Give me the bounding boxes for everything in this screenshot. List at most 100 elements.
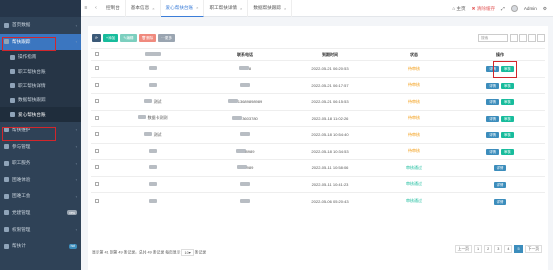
settings-icon[interactable]: ⚙ [543, 6, 547, 12]
blurred-text [240, 82, 250, 87]
detail-button[interactable]: 详情 [486, 115, 499, 122]
table-row[interactable]: 989 2022-05-11 10:58:06 审核通过 详情 [91, 159, 545, 176]
row-checkbox[interactable] [95, 115, 99, 120]
close-icon[interactable]: × [284, 6, 286, 11]
time-cell: 2022-05-11 10:58:06 [287, 159, 373, 176]
sidebar-item-6[interactable]: 爱心帮扶台账 [0, 107, 81, 122]
sidebar-item-8[interactable]: 参与管理 ‹ [0, 138, 81, 155]
prev-page-button[interactable]: 上一页 [454, 245, 472, 253]
row-checkbox[interactable] [95, 132, 99, 137]
page-3[interactable]: 3 [494, 245, 503, 253]
row-checkbox[interactable] [95, 165, 99, 170]
row-checkbox[interactable] [95, 82, 99, 87]
row-checkbox[interactable] [95, 99, 99, 104]
sidebar-item-2[interactable]: 操作指南 [0, 50, 81, 65]
columns-icon[interactable] [510, 34, 518, 42]
actions-cell: 详情 审核 [455, 76, 545, 94]
review-button[interactable]: 审核 [501, 115, 514, 122]
menu-icon [4, 193, 9, 199]
table-row[interactable]: 数据卡测测 3603780 2022-05-18 11:02:26 待审核 详情… [91, 109, 545, 127]
sidebar-item-0[interactable]: 首页数据 ‹ [0, 17, 81, 34]
close-icon[interactable]: × [152, 6, 154, 11]
close-icon[interactable]: × [240, 6, 242, 11]
edit-button[interactable]: ✎ 编辑 [120, 34, 137, 42]
tab-worker-detail[interactable]: 职工帮扶详情 × [204, 0, 249, 17]
chevron-icon: ‹ [75, 22, 77, 28]
blurred-text [138, 115, 147, 120]
table-row[interactable]: 测试 2022-05-18 10:54:40 待审核 详情 审核 [91, 126, 545, 143]
search-input[interactable]: 搜索 [478, 34, 508, 42]
add-button[interactable]: + 添加 [103, 34, 119, 42]
search-icon[interactable] [537, 34, 545, 42]
home-link[interactable]: ⌂ 主页 [452, 6, 465, 12]
menu-toggle-icon[interactable]: ≡ [81, 5, 91, 11]
table-row[interactable]: 2022-05-06 05:20:43 审核通过 详情 [91, 192, 545, 209]
more-button[interactable]: ⋯ 更多 [158, 34, 176, 42]
list-icon[interactable] [519, 34, 527, 42]
tab-basic-info[interactable]: 基本信息 × [126, 0, 161, 17]
row-checkbox[interactable] [95, 148, 99, 153]
detail-button[interactable]: 详情 [493, 198, 507, 205]
next-page-button[interactable]: 下一页 [524, 245, 542, 253]
sidebar-item-5[interactable]: 数据帮扶跟踪 [0, 93, 81, 108]
sidebar-item-10[interactable]: 困难体验 ‹ [0, 171, 81, 188]
page-4[interactable]: 4 [504, 245, 513, 253]
close-icon[interactable]: × [196, 5, 198, 10]
chevron-icon: ‹ [75, 227, 77, 233]
table-row[interactable]: 2022-05-21 06:17:57 待审核 详情 审核 [91, 76, 545, 94]
status-cell: 待审核 [373, 60, 455, 77]
menu-icon [4, 22, 9, 28]
sidebar-item-12[interactable]: 党建管理 new [0, 205, 81, 222]
detail-button[interactable]: 详情 [486, 99, 499, 106]
detail-button[interactable]: 详情 [486, 82, 499, 89]
table-row[interactable]: 8989 2022-05-18 10:34:53 待审核 详情 审核 [91, 142, 545, 160]
page-1[interactable]: 1 [473, 245, 483, 253]
review-button[interactable]: 审核 [501, 132, 514, 139]
page-5[interactable]: 5 [514, 245, 523, 253]
row-checkbox[interactable] [95, 181, 99, 186]
status-cell: 审核通过 [373, 192, 455, 209]
sidebar-item-4[interactable]: 职工帮扶详情 [0, 78, 81, 94]
table-row[interactable]: 测试 13689898989 2022-05-21 06:15:53 待审核 详… [91, 93, 545, 110]
review-button[interactable]: 审核 [501, 99, 514, 106]
col-name [103, 48, 203, 61]
sidebar-item-label: 困难体验 [12, 176, 31, 182]
refresh-button[interactable]: ⟳ [92, 34, 102, 42]
sidebar-item-11[interactable]: 困难工会 ‹ [0, 188, 81, 205]
review-button[interactable]: 审核 [501, 148, 514, 155]
row-checkbox[interactable] [95, 198, 99, 203]
sidebar-item-1[interactable]: 帮扶跟踪 ‹ [0, 33, 81, 51]
table-row[interactable]: 2022-05-11 10:41:23 审核通过 详情 [91, 175, 545, 193]
table-row[interactable]: 8 2022-05-21 06:20:53 待审核 详情 审核 [91, 60, 545, 77]
sidebar-item-7[interactable]: 帮扶维护 ‹ [0, 122, 81, 139]
row-checkbox[interactable] [95, 66, 99, 71]
blurred-text [149, 165, 157, 170]
tab-console[interactable]: 控制台 [101, 0, 126, 17]
phone-cell [203, 192, 287, 209]
page-2[interactable]: 2 [484, 245, 493, 253]
clear-cache-link[interactable]: ✖ 清除缓存 [472, 6, 496, 12]
blurred-text [149, 181, 157, 186]
sidebar-item-13[interactable]: 权限管理 ‹ [0, 221, 81, 238]
actions-cell: 详情 审核 [455, 126, 545, 143]
sidebar-item-3[interactable]: 职工帮扶台账 [0, 64, 81, 79]
sidebar-item-9[interactable]: 职工服务 ‹ [0, 155, 81, 172]
per-page-select[interactable]: 10 ▾ [181, 249, 194, 256]
username[interactable]: Admin [524, 6, 537, 11]
tab-data-tracking[interactable]: 数据帮扶跟踪 × [248, 0, 293, 17]
tab-care-ledger[interactable]: 爱心帮扶台账 × [160, 0, 205, 17]
review-button[interactable]: 审核 [501, 66, 514, 73]
detail-button[interactable]: 详情 [486, 66, 499, 73]
select-all-checkbox[interactable] [95, 52, 99, 56]
detail-button[interactable]: 详情 [486, 132, 499, 139]
review-button[interactable]: 审核 [501, 82, 514, 89]
avatar[interactable] [510, 5, 518, 12]
export-icon[interactable] [528, 34, 536, 42]
detail-button[interactable]: 详情 [493, 181, 507, 188]
back-icon[interactable]: ‹ [91, 5, 101, 11]
detail-button[interactable]: 详情 [486, 148, 499, 155]
delete-button[interactable]: 🗑 删除 [138, 34, 157, 42]
sidebar-item-14[interactable]: 帮扶计 hot [0, 238, 81, 255]
detail-button[interactable]: 详情 [493, 165, 507, 172]
fullscreen-icon[interactable]: ⤢ [501, 6, 505, 11]
